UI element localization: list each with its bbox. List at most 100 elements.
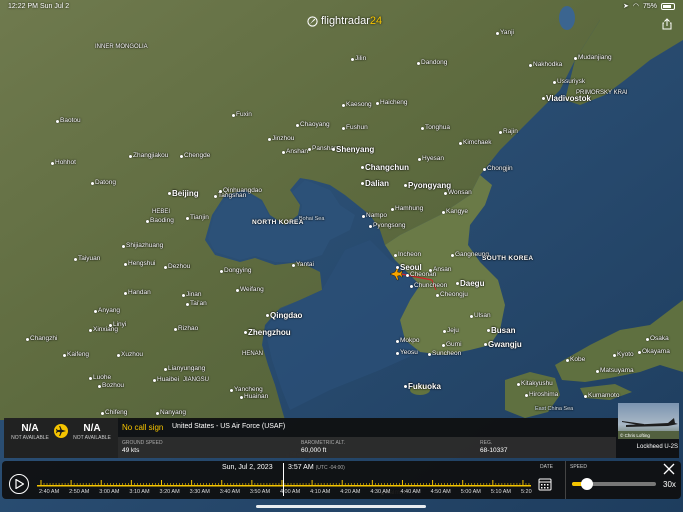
city-dot	[436, 294, 439, 297]
city-dot	[369, 225, 372, 228]
calendar-icon[interactable]	[538, 477, 552, 491]
city-dot	[232, 114, 235, 117]
map-label-chifeng: Chifeng	[105, 409, 128, 416]
timeline-scrubber[interactable]: 2:40 AM 2:50 AM 3:00 AM 3:10 AM 3:20 AM 3:30 …	[37, 475, 532, 497]
altitude-cell: BAROMETRIC ALT. 60,000 ft	[297, 437, 476, 458]
map-label-hengshui: Hengshui	[128, 260, 156, 267]
playback-date: Sun, Jul 2, 2023	[222, 464, 273, 471]
route-box[interactable]: N/A NOT AVAILABLE N/A NOT AVAILABLE	[4, 418, 118, 458]
city-dot	[292, 264, 295, 267]
map-label-huainan: Huainan	[244, 393, 269, 400]
aircraft-photo[interactable]: © Chris Lofting	[618, 403, 679, 439]
ground-speed-value: 49 kts	[122, 447, 140, 454]
map-label-osaka: Osaka	[650, 335, 669, 342]
map-label-dandong: Dandong	[421, 59, 448, 66]
city-dot	[230, 389, 233, 392]
map-label-okayama: Okayama	[642, 348, 670, 355]
status-date: Sun Jul 2	[40, 3, 70, 10]
map-label-dalian: Dalian	[365, 179, 390, 188]
city-dot	[351, 58, 354, 61]
map-label-tai-an: Tai'an	[190, 300, 207, 307]
playback-timezone: (UTC -04:00)	[315, 465, 345, 471]
timeline-label: 3:40 AM	[219, 489, 240, 495]
city-dot	[529, 64, 532, 67]
city-dot	[376, 102, 379, 105]
map-label-tianjin: Tianjin	[190, 214, 209, 221]
map-label-fushun: Fushun	[346, 124, 368, 131]
city-dot	[101, 412, 104, 415]
map-label-qinhuangdao: Qinhuangdao	[223, 187, 263, 194]
timeline-label: 3:50 AM	[249, 489, 271, 495]
city-dot	[362, 215, 365, 218]
map-label-nakhodka: Nakhodka	[533, 61, 563, 68]
battery-percent: 75%	[642, 2, 657, 10]
city-dot	[342, 104, 345, 107]
map-label-kitakyushu: Kitakyushu	[521, 380, 553, 387]
city-dot	[499, 131, 502, 134]
map-label-nanyang: Nanyang	[160, 409, 187, 416]
map-label-hebei: HEBEI	[152, 209, 171, 215]
map-label-hyesan: Hyesan	[422, 155, 445, 162]
city-dot	[396, 352, 399, 355]
map-label-pyongyang: Pyongyang	[408, 181, 452, 190]
radar-logo-icon	[307, 15, 318, 27]
map-label-chengde: Chengde	[184, 152, 211, 159]
city-dot	[646, 338, 649, 341]
city-dot	[332, 148, 335, 151]
city-dot	[282, 151, 285, 154]
map-label-kaifeng: Kaifeng	[67, 351, 90, 358]
timeline-ticks	[37, 480, 531, 487]
city-dot	[164, 368, 167, 371]
map-label-tonghua: Tonghua	[425, 124, 450, 131]
map-label-weifang: Weifang	[240, 286, 264, 293]
city-dot	[459, 142, 462, 145]
city-dot	[124, 292, 127, 295]
map-label-fuxin: Fuxin	[236, 111, 252, 118]
play-icon	[14, 479, 24, 489]
logo-accent: 24	[369, 15, 383, 27]
city-dot	[584, 395, 587, 398]
map-label-busan: Busan	[491, 326, 516, 335]
city-dot	[268, 138, 271, 141]
map-label-east-china-sea: East China Sea	[535, 406, 574, 412]
map-label-changzhi: Changzhi	[30, 335, 58, 342]
map-label-bozhou: Bozhou	[102, 382, 125, 389]
timeline-label: 2:40 AM	[39, 489, 60, 495]
city-dot	[124, 263, 127, 266]
speed-slider[interactable]	[572, 478, 656, 490]
share-icon[interactable]	[661, 18, 673, 30]
aircraft-info-panel[interactable]: N/A NOT AVAILABLE N/A NOT AVAILABLE No c…	[4, 403, 679, 458]
map-label-henan: HENAN	[242, 351, 264, 357]
map-label-rizhao: Rizhao	[178, 325, 199, 332]
city-dot	[186, 303, 189, 306]
registration-label: REG.	[480, 440, 493, 446]
close-icon[interactable]	[663, 463, 675, 475]
city-dot	[444, 192, 447, 195]
timeline-cursor[interactable]	[283, 463, 284, 496]
map-label-cheonan: Cheonan	[410, 271, 437, 278]
map-label-jinan: Jinan	[186, 291, 202, 298]
city-dot	[391, 208, 394, 211]
map-label-anshan: Anshan	[286, 148, 309, 155]
system-status-bar: 12:22 PM Sun Jul 2 ➤ ◠ 75%	[0, 0, 683, 13]
map-label-south-korea: SOUTH KOREA	[482, 255, 534, 262]
city-dot	[266, 314, 269, 317]
city-dot	[404, 385, 407, 388]
timeline-label: 4:10 AM	[310, 489, 331, 495]
map-label-jinzhou: Jinzhou	[272, 135, 295, 142]
city-dot	[74, 258, 77, 261]
city-dot	[214, 195, 217, 198]
play-button[interactable]	[9, 474, 29, 494]
map-label-kobe: Kobe	[570, 356, 586, 363]
airplane-icon	[54, 424, 68, 438]
operator-name: United States - US Air Force (USAF)	[172, 423, 286, 430]
city-dot	[244, 331, 247, 334]
city-dot	[361, 166, 364, 169]
city-dot	[442, 211, 445, 214]
origin-code: N/A	[21, 423, 39, 434]
city-dot	[394, 254, 397, 257]
map-label-zhangjiakou: Zhangjiakou	[133, 152, 169, 159]
speed-slider-thumb[interactable]	[580, 478, 593, 490]
city-dot	[638, 351, 641, 354]
city-dot	[186, 217, 189, 220]
